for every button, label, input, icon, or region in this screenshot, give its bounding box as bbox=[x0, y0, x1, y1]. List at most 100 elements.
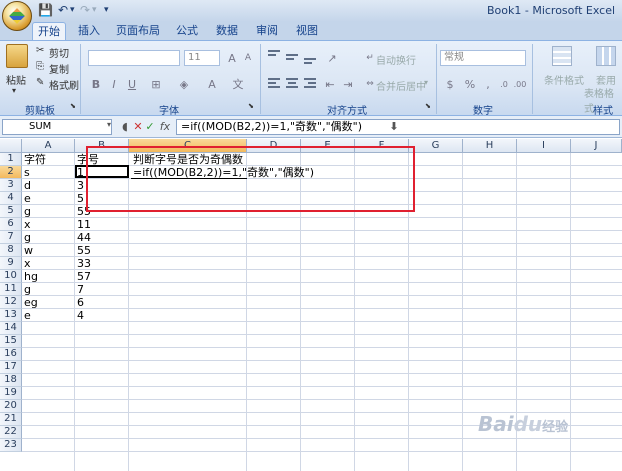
cell-a5[interactable]: g bbox=[22, 205, 31, 218]
row-header-22[interactable]: 22 bbox=[0, 426, 22, 439]
row-header-16[interactable]: 16 bbox=[0, 348, 22, 361]
wrap-text-button[interactable]: 自动换行 bbox=[376, 52, 416, 67]
font-color-icon[interactable]: A bbox=[204, 76, 220, 92]
conditional-formatting-button[interactable]: 条件格式 bbox=[544, 72, 584, 87]
row-header-6[interactable]: 6 bbox=[0, 218, 22, 231]
cut-icon[interactable]: ✂ bbox=[36, 45, 44, 56]
align-right-icon[interactable] bbox=[304, 78, 318, 88]
cell-a3[interactable]: d bbox=[22, 179, 31, 192]
cell-b6[interactable]: 11 bbox=[75, 218, 91, 231]
cell-b13[interactable]: 4 bbox=[75, 309, 84, 322]
tab-review[interactable]: 审阅 bbox=[250, 22, 284, 40]
align-left-icon[interactable] bbox=[268, 78, 282, 88]
align-bottom-icon[interactable] bbox=[304, 58, 318, 64]
cell-a4[interactable]: e bbox=[22, 192, 31, 205]
column-header-j[interactable]: J bbox=[571, 139, 622, 153]
font-size-combo[interactable]: 11 bbox=[184, 50, 220, 66]
row-header-8[interactable]: 8 bbox=[0, 244, 22, 257]
row-header-5[interactable]: 5 bbox=[0, 205, 22, 218]
row-header-17[interactable]: 17 bbox=[0, 361, 22, 374]
percent-icon[interactable]: % bbox=[462, 76, 478, 92]
row-header-19[interactable]: 19 bbox=[0, 387, 22, 400]
italic-button[interactable]: I bbox=[106, 76, 122, 92]
cell-a1[interactable]: 字符 bbox=[22, 153, 46, 166]
row-header-12[interactable]: 12 bbox=[0, 296, 22, 309]
cell-b10[interactable]: 57 bbox=[75, 270, 91, 283]
copy-icon[interactable]: ⎘ bbox=[36, 61, 44, 72]
merge-dropdown-icon[interactable]: ▾ bbox=[424, 78, 428, 87]
row-header-10[interactable]: 10 bbox=[0, 270, 22, 283]
select-all-button[interactable] bbox=[0, 139, 22, 153]
row-header-13[interactable]: 13 bbox=[0, 309, 22, 322]
tab-page-layout[interactable]: 页面布局 bbox=[112, 22, 164, 40]
row-header-23[interactable]: 23 bbox=[0, 439, 22, 452]
column-header-h[interactable]: H bbox=[463, 139, 517, 153]
tab-view[interactable]: 视图 bbox=[290, 22, 324, 40]
grow-font-icon[interactable]: A bbox=[224, 50, 240, 66]
cell-a12[interactable]: eg bbox=[22, 296, 38, 309]
cell-a7[interactable]: g bbox=[22, 231, 31, 244]
tab-data[interactable]: 数据 bbox=[210, 22, 244, 40]
row-header-21[interactable]: 21 bbox=[0, 413, 22, 426]
fill-color-icon[interactable]: ◈ bbox=[176, 76, 192, 92]
office-button[interactable] bbox=[2, 1, 32, 31]
align-middle-icon[interactable] bbox=[286, 54, 300, 60]
increase-indent-icon[interactable]: ⇥ bbox=[340, 76, 356, 92]
cell-a2[interactable]: s bbox=[22, 166, 30, 179]
name-box[interactable]: SUM bbox=[2, 119, 112, 135]
row-header-18[interactable]: 18 bbox=[0, 374, 22, 387]
tab-formulas[interactable]: 公式 bbox=[170, 22, 204, 40]
cell-b11[interactable]: 7 bbox=[75, 283, 84, 296]
borders-icon[interactable]: ⊞ bbox=[148, 76, 164, 92]
cell-a9[interactable]: x bbox=[22, 257, 31, 270]
conditional-formatting-icon[interactable] bbox=[552, 46, 572, 66]
font-launcher-icon[interactable]: ⬊ bbox=[248, 102, 254, 110]
row-header-1[interactable]: 1 bbox=[0, 153, 22, 166]
cell-a8[interactable]: w bbox=[22, 244, 33, 257]
cell-a13[interactable]: e bbox=[22, 309, 31, 322]
tab-insert[interactable]: 插入 bbox=[72, 22, 106, 40]
row-header-2[interactable]: 2 bbox=[0, 166, 22, 179]
font-name-combo[interactable] bbox=[88, 50, 180, 66]
row-header-7[interactable]: 7 bbox=[0, 231, 22, 244]
phonetic-icon[interactable]: 文 bbox=[230, 76, 246, 92]
underline-button[interactable]: U bbox=[124, 76, 140, 92]
merge-center-button[interactable]: 合并后居中 bbox=[376, 78, 426, 93]
cell-b9[interactable]: 33 bbox=[75, 257, 91, 270]
column-header-a[interactable]: A bbox=[22, 139, 75, 153]
name-box-dropdown-icon[interactable]: ▾ bbox=[104, 120, 114, 134]
alignment-launcher-icon[interactable]: ⬊ bbox=[425, 102, 431, 110]
comma-style-icon[interactable]: , bbox=[480, 76, 496, 92]
format-painter-button[interactable]: 格式刷 bbox=[49, 77, 79, 92]
cell-b12[interactable]: 6 bbox=[75, 296, 84, 309]
orientation-icon[interactable]: ↗ bbox=[324, 50, 340, 66]
column-header-g[interactable]: G bbox=[409, 139, 463, 153]
cell-a6[interactable]: x bbox=[22, 218, 31, 231]
cell-b3[interactable]: 3 bbox=[75, 179, 84, 192]
format-as-table-icon[interactable] bbox=[596, 46, 616, 66]
row-header-20[interactable]: 20 bbox=[0, 400, 22, 413]
tab-home[interactable]: 开始 bbox=[32, 22, 66, 40]
cell-b7[interactable]: 44 bbox=[75, 231, 91, 244]
paste-dropdown-icon[interactable]: ▾ bbox=[12, 86, 16, 95]
cancel-icon[interactable]: ✕ bbox=[132, 120, 144, 134]
cell-a10[interactable]: hg bbox=[22, 270, 38, 283]
align-top-icon[interactable] bbox=[268, 50, 282, 56]
row-header-3[interactable]: 3 bbox=[0, 179, 22, 192]
number-format-combo[interactable]: 常规 bbox=[440, 50, 526, 66]
format-painter-icon[interactable]: ✎ bbox=[36, 77, 44, 88]
shrink-font-icon[interactable]: A bbox=[240, 50, 256, 66]
enter-icon[interactable]: ✓ bbox=[144, 120, 156, 134]
cell-b8[interactable]: 55 bbox=[75, 244, 91, 257]
bold-button[interactable]: B bbox=[88, 76, 104, 92]
paste-icon[interactable] bbox=[6, 44, 28, 68]
currency-icon[interactable]: $ bbox=[442, 76, 458, 92]
align-center-icon[interactable] bbox=[286, 78, 300, 88]
paste-button[interactable]: 粘贴 bbox=[6, 72, 26, 87]
clipboard-launcher-icon[interactable]: ⬊ bbox=[70, 102, 76, 110]
row-header-9[interactable]: 9 bbox=[0, 257, 22, 270]
column-header-i[interactable]: I bbox=[517, 139, 571, 153]
row-header-11[interactable]: 11 bbox=[0, 283, 22, 296]
decrease-indent-icon[interactable]: ⇤ bbox=[322, 76, 338, 92]
decrease-decimal-icon[interactable]: .00 bbox=[512, 76, 528, 92]
